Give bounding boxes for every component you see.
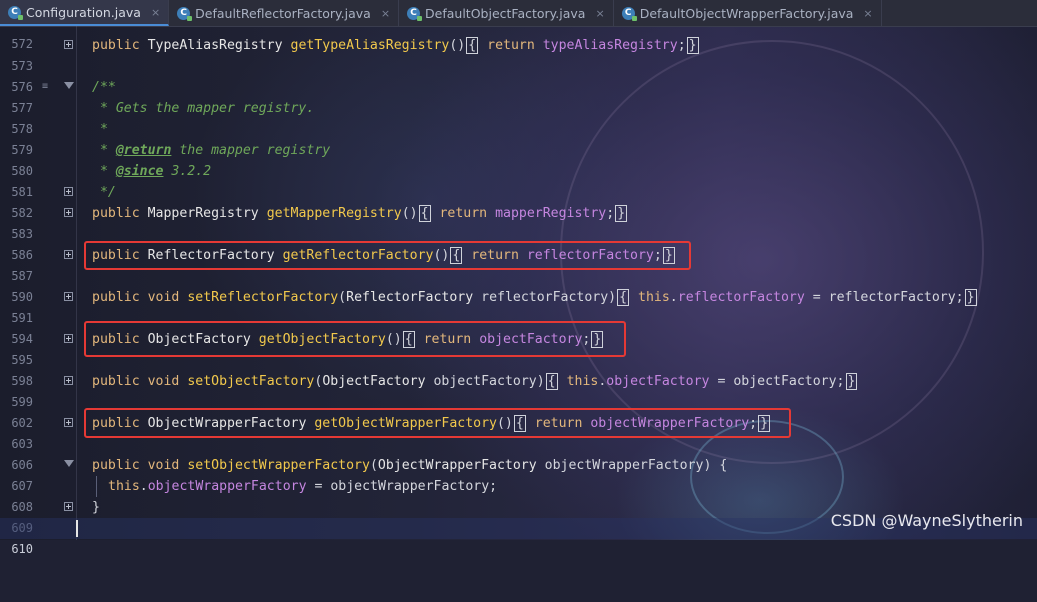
fold-expand-icon[interactable] bbox=[64, 292, 73, 301]
code-line: 579 * bbox=[0, 119, 1037, 157]
field-name: reflectorFactory bbox=[677, 290, 805, 305]
code-line: 576 bbox=[0, 56, 1037, 94]
keyword: public bbox=[92, 374, 140, 389]
indent-guide bbox=[96, 476, 97, 497]
fold-expand-icon[interactable] bbox=[64, 250, 73, 259]
doc-comment: * bbox=[92, 122, 108, 137]
fold-expand-icon[interactable] bbox=[64, 376, 73, 385]
code-line: 583 public MapperRegistry getMapperRegis… bbox=[0, 203, 1037, 241]
doc-comment: * Gets the mapper registry. bbox=[92, 101, 315, 116]
doc-comment: */ bbox=[92, 185, 116, 200]
keyword: public bbox=[92, 38, 140, 53]
code-line: 581 * @since 3.2.2 bbox=[0, 161, 1037, 199]
fold-expand-icon[interactable] bbox=[64, 187, 73, 196]
javadoc-tag: @return bbox=[115, 143, 172, 158]
text-caret bbox=[76, 520, 78, 537]
code-line: 573 public TypeAliasRegistry getTypeAlia… bbox=[0, 35, 1037, 73]
param-name: objectWrapperFactory bbox=[330, 479, 490, 494]
field-name: objectWrapperFactory bbox=[147, 479, 307, 494]
keyword: void bbox=[147, 290, 180, 305]
code-line: 607 public void setObjectWrapperFactory(… bbox=[0, 455, 1037, 493]
code-line: 591 public void setReflectorFactory(Refl… bbox=[0, 287, 1037, 325]
method-name: setReflectorFactory bbox=[187, 290, 339, 305]
fold-expand-icon[interactable] bbox=[64, 502, 73, 511]
fold-collapse-icon[interactable] bbox=[64, 460, 74, 470]
field-name: objectFactory bbox=[606, 374, 710, 389]
code-line: 580 * @return the mapper registry bbox=[0, 140, 1037, 178]
line-number: 610 bbox=[11, 542, 33, 556]
param-name: objectFactory bbox=[733, 374, 837, 389]
fold-expand-icon[interactable] bbox=[64, 208, 73, 217]
keyword: public bbox=[92, 206, 140, 221]
keyword: public bbox=[92, 290, 140, 305]
type-name: ObjectWrapperFactory bbox=[377, 458, 537, 473]
code-line: 590 bbox=[0, 266, 1037, 304]
fold-expand-icon[interactable] bbox=[64, 40, 73, 49]
method-name: getTypeAliasRegistry bbox=[290, 38, 450, 53]
fold-expand-icon[interactable] bbox=[64, 334, 73, 343]
param-name: objectFactory bbox=[433, 374, 537, 389]
keyword: this bbox=[108, 479, 140, 494]
code-line: 578 * Gets the mapper registry. bbox=[0, 98, 1037, 136]
type-name: TypeAliasRegistry bbox=[147, 38, 283, 53]
type-name: ReflectorFactory bbox=[346, 290, 474, 305]
code-line: 582 */ bbox=[0, 182, 1037, 220]
keyword: return bbox=[487, 38, 535, 53]
keyword: this bbox=[638, 290, 670, 305]
method-name: getMapperRegistry bbox=[266, 206, 402, 221]
keyword: return bbox=[439, 206, 488, 221]
keyword: public bbox=[92, 458, 140, 473]
code-line: 572 bbox=[0, 13, 1037, 51]
fold-expand-icon[interactable] bbox=[64, 418, 73, 427]
type-name: MapperRegistry bbox=[147, 206, 259, 221]
code-line: 599 public void setObjectFactory(ObjectF… bbox=[0, 371, 1037, 409]
method-name: setObjectWrapperFactory bbox=[187, 458, 370, 473]
doc-render-icon[interactable]: ≡ bbox=[42, 82, 52, 92]
doc-comment: the mapper registry bbox=[171, 143, 331, 158]
field-name: typeAliasRegistry bbox=[542, 38, 678, 53]
keyword: void bbox=[147, 458, 180, 473]
javadoc-tag: @since bbox=[115, 164, 164, 179]
type-name: ObjectFactory bbox=[322, 374, 426, 389]
code-line: 608 this.objectWrapperFactory = objectWr… bbox=[0, 476, 1037, 514]
method-name: setObjectFactory bbox=[187, 374, 315, 389]
watermark: CSDN @WayneSlytherin bbox=[830, 511, 1023, 530]
code-line: 598 bbox=[0, 350, 1037, 388]
code-line: 577 ≡ /** bbox=[0, 77, 1037, 115]
doc-comment: /** bbox=[92, 80, 116, 95]
fold-collapse-icon[interactable] bbox=[64, 82, 74, 92]
keyword: this bbox=[566, 374, 599, 389]
doc-comment: 3.2.2 bbox=[163, 164, 212, 179]
code-line: 606 bbox=[0, 434, 1037, 472]
field-name: mapperRegistry bbox=[495, 206, 607, 221]
param-name: reflectorFactory bbox=[481, 290, 609, 305]
closing-brace: } bbox=[92, 500, 100, 515]
keyword: void bbox=[147, 374, 180, 389]
param-name: reflectorFactory bbox=[828, 290, 956, 305]
code-editor[interactable]: 572 573 public TypeAliasRegistry getType… bbox=[0, 26, 1037, 556]
param-name: objectWrapperFactory bbox=[544, 458, 704, 473]
